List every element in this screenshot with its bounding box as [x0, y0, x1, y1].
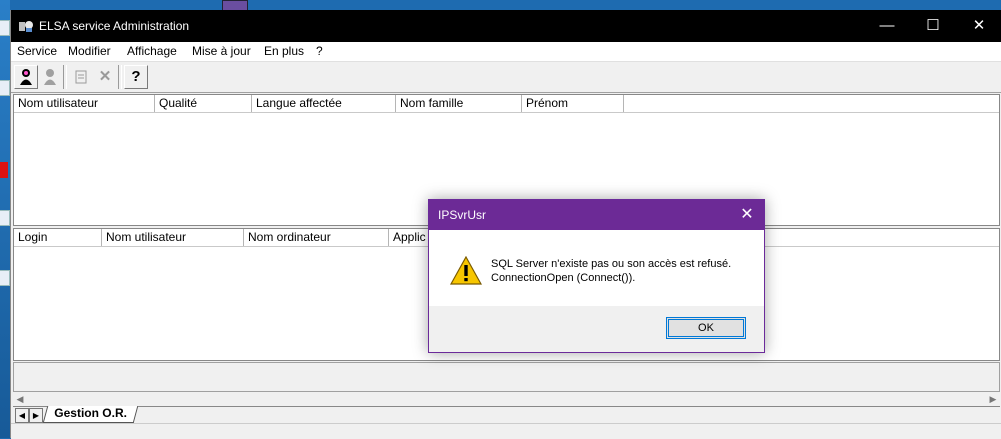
help-button[interactable]: ?: [124, 65, 148, 89]
desktop-shortcut-icon[interactable]: [0, 162, 8, 178]
delete-icon: ✕: [98, 68, 112, 85]
dialog-close-button[interactable]: ✕: [730, 200, 764, 230]
ok-button[interactable]: OK: [666, 317, 746, 339]
menu-modifier[interactable]: Modifier: [68, 44, 111, 58]
warning-icon: [450, 256, 482, 285]
column-header-nom-utilisateur[interactable]: Nom utilisateur: [14, 95, 155, 112]
dialog-footer: OK: [429, 306, 764, 352]
tab-gestion-or[interactable]: Gestion O.R.: [42, 406, 138, 423]
close-button[interactable]: ✕: [956, 10, 1001, 42]
dialog-title-bar[interactable]: IPSvrUsr ✕: [429, 200, 764, 230]
desktop-shortcut-icon[interactable]: [0, 270, 10, 286]
tab-prev-icon[interactable]: ◀: [15, 408, 29, 423]
desktop-shortcut-icon[interactable]: [0, 80, 10, 96]
menu-help[interactable]: ?: [316, 44, 323, 58]
column-header-qualite[interactable]: Qualité: [155, 95, 252, 112]
menu-service[interactable]: Service: [17, 44, 57, 58]
dialog-message-line: SQL Server n'existe pas ou son accès est…: [491, 258, 732, 270]
column-header-nom-ordinateur[interactable]: Nom ordinateur: [244, 229, 389, 246]
error-dialog: IPSvrUsr ✕ SQL Server n'existe pas ou so…: [428, 199, 765, 353]
scroll-left-icon[interactable]: ◀: [13, 392, 27, 406]
delete-button[interactable]: ✕: [93, 65, 117, 89]
dialog-message: SQL Server n'existe pas ou son accès est…: [491, 257, 731, 285]
column-header-nom-famille[interactable]: Nom famille: [396, 95, 522, 112]
toolbar: ✕ ?: [11, 62, 1001, 93]
edit-button[interactable]: [69, 65, 93, 89]
column-header-prenom[interactable]: Prénom: [522, 95, 624, 112]
desktop-shortcut-icon[interactable]: [0, 210, 10, 226]
edit-document-icon: [75, 70, 87, 84]
help-icon: ?: [131, 68, 141, 85]
scroll-right-icon[interactable]: ▶: [986, 392, 1000, 406]
desktop-background: [0, 0, 10, 438]
remove-user-button[interactable]: [38, 65, 62, 89]
user-icon: [20, 69, 32, 85]
menu-affichage[interactable]: Affichage: [127, 44, 177, 58]
dialog-message-line: ConnectionOpen (Connect()).: [491, 272, 636, 284]
column-header-login[interactable]: Login: [14, 229, 102, 246]
app-icon: [19, 21, 33, 32]
column-header-nom-utilisateur[interactable]: Nom utilisateur: [102, 229, 244, 246]
tab-next-icon[interactable]: ▶: [29, 408, 43, 423]
user-icon-button[interactable]: [14, 65, 38, 89]
title-bar[interactable]: ELSA service Administration — ☐ ✕: [11, 10, 1001, 42]
remove-user-icon: [44, 69, 56, 85]
bottom-strip: [11, 423, 1001, 439]
tab-bar: ◀ ▶ Gestion O.R.: [13, 406, 1000, 423]
menu-mise-a-jour[interactable]: Mise à jour: [192, 44, 251, 58]
window-title: ELSA service Administration: [39, 19, 190, 33]
dialog-body: SQL Server n'existe pas ou son accès est…: [429, 230, 764, 306]
menu-en-plus[interactable]: En plus: [264, 44, 304, 58]
minimize-button[interactable]: —: [864, 10, 910, 42]
desktop-shortcut-icon[interactable]: [0, 20, 10, 36]
status-bar: [13, 362, 1000, 392]
horizontal-scrollbar[interactable]: ◀ ▶: [13, 392, 1000, 406]
tab-label: Gestion O.R.: [54, 406, 127, 420]
menu-bar: Service Modifier Affichage Mise à jour E…: [11, 42, 1001, 62]
users-list-header: Nom utilisateur Qualité Langue affectée …: [14, 95, 999, 113]
column-header-langue[interactable]: Langue affectée: [252, 95, 396, 112]
maximize-button[interactable]: ☐: [910, 10, 956, 42]
dialog-title: IPSvrUsr: [438, 208, 486, 222]
toolbar-separator: [63, 65, 67, 89]
toolbar-separator: [118, 65, 122, 89]
